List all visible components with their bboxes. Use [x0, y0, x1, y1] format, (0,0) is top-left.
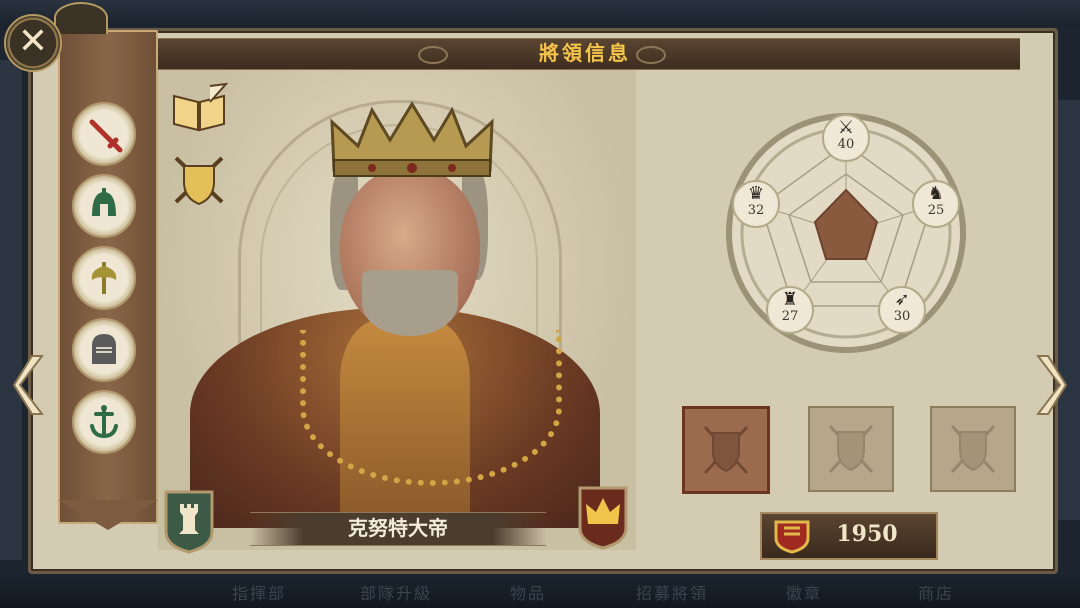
stat-cavalry-value: 25 [927, 203, 945, 218]
stat-command: ♛ 32 [732, 180, 780, 228]
stat-attack: ⚔ 40 [822, 114, 870, 162]
general-crown [330, 101, 494, 177]
general-name: 克努特大帝 [348, 516, 448, 540]
role-ribbon-tail [58, 500, 158, 530]
stat-command-value: 32 [747, 203, 765, 218]
spartan-helmet-icon [92, 188, 116, 216]
role-anchor-button[interactable] [72, 390, 136, 454]
back-button[interactable] [54, 2, 108, 34]
bg-tab-recruit: 招募將領 [636, 584, 709, 603]
role-spartan-button[interactable] [72, 174, 136, 238]
stat-attack-value: 40 [837, 137, 855, 152]
power-value: 1950 [836, 521, 898, 547]
page-title: 將領信息 [539, 41, 631, 65]
background-top-bar [0, 0, 1080, 26]
crown-badge-icon[interactable] [576, 484, 630, 550]
shield-placeholder-icon [950, 424, 996, 474]
crown-icon: ♛ [747, 183, 765, 204]
bg-tab-badge: 徽章 [786, 584, 823, 603]
stat-eagle-value: 27 [781, 309, 799, 324]
general-beard [362, 270, 458, 336]
general-chain [300, 330, 562, 486]
bg-tab-items: 物品 [510, 584, 547, 603]
book-icon[interactable] [170, 82, 228, 134]
shield-swords-icon[interactable] [170, 152, 228, 208]
role-axe-button[interactable] [72, 246, 136, 310]
next-arrow-icon[interactable] [1032, 352, 1068, 418]
background-left-edge [0, 60, 22, 560]
previous-arrow-icon[interactable] [12, 352, 48, 418]
chess-rook-icon[interactable] [162, 488, 216, 554]
bg-tab-command: 指揮部 [232, 584, 287, 603]
stat-cavalry: ♞ 25 [912, 180, 960, 228]
sword-icon [89, 119, 123, 153]
knight-helmet-icon [92, 334, 116, 364]
power-medal-icon [774, 520, 810, 554]
bow-icon: ➶ [894, 289, 910, 310]
stat-eagle: ♜ 27 [766, 286, 814, 334]
equipment-slot-1[interactable] [682, 406, 770, 494]
bg-tab-shop: 商店 [918, 584, 955, 603]
role-sword-button[interactable] [72, 102, 136, 166]
stat-archery: ➶ 30 [878, 286, 926, 334]
equipment-slot-3[interactable] [930, 406, 1016, 492]
shield-placeholder-icon [828, 424, 874, 474]
stat-archery-value: 30 [893, 309, 911, 324]
bg-tab-upgrade: 部隊升級 [360, 584, 433, 603]
axe-icon [91, 262, 117, 294]
shield-placeholder-icon [703, 425, 749, 475]
crossed-swords-icon: ⚔ [837, 117, 855, 138]
eagle-icon: ♜ [781, 289, 799, 310]
knight-icon: ♞ [927, 183, 945, 204]
background-right-edge [1055, 100, 1080, 520]
equipment-slot-2[interactable] [808, 406, 894, 492]
anchor-icon [90, 405, 118, 439]
role-knight-button[interactable] [72, 318, 136, 382]
close-icon: ✕ [17, 21, 49, 62]
close-button[interactable]: ✕ [4, 14, 62, 72]
